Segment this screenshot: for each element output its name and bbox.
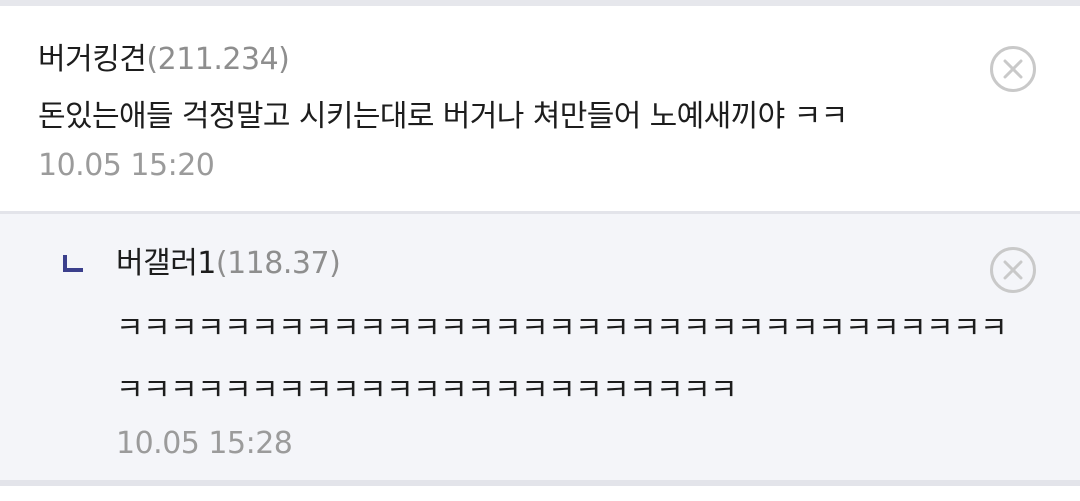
close-circle-icon — [1003, 59, 1023, 79]
comment-nickname[interactable]: 버거킹견 — [38, 34, 147, 78]
comment-ip: (211.234) — [146, 42, 290, 77]
reply-timestamp: 10.05 15:28 — [116, 426, 293, 461]
close-circle-icon — [1003, 260, 1023, 280]
reply-text: ㅋㅋㅋㅋㅋㅋㅋㅋㅋㅋㅋㅋㅋㅋㅋㅋㅋㅋㅋㅋㅋㅋㅋㅋㅋㅋㅋㅋㅋㅋㅋㅋㅋㅋㅋㅋㅋㅋㅋㅋ… — [116, 311, 1008, 408]
reply-ip: (118.37) — [215, 246, 341, 281]
reply-item: 버갤러1 (118.37) ㅋㅋㅋㅋㅋㅋㅋㅋㅋㅋㅋㅋㅋㅋㅋㅋㅋㅋㅋㅋㅋㅋㅋㅋㅋㅋ… — [0, 214, 1080, 486]
reply-delete-button[interactable] — [990, 247, 1036, 293]
comment-item: 버거킹견 (211.234) 돈있는애들 걱정말고 시키는대로 버거나 쳐만들어… — [0, 6, 1080, 214]
comment-author-line: 버거킹견 (211.234) — [38, 34, 1040, 82]
comment-text: 돈있는애들 걱정말고 시키는대로 버거나 쳐만들어 노예새끼야 ㅋㅋ — [38, 99, 848, 134]
reply-content: 버갤러1 (118.37) ㅋㅋㅋㅋㅋㅋㅋㅋㅋㅋㅋㅋㅋㅋㅋㅋㅋㅋㅋㅋㅋㅋㅋㅋㅋㅋ… — [116, 238, 1040, 461]
comment-delete-button[interactable] — [990, 46, 1036, 92]
reply-arrow-icon — [63, 255, 83, 272]
reply-nickname[interactable]: 버갤러1 — [116, 238, 216, 282]
comment-timestamp: 10.05 15:20 — [38, 148, 215, 183]
reply-author-line: 버갤러1 (118.37) — [116, 238, 1040, 286]
